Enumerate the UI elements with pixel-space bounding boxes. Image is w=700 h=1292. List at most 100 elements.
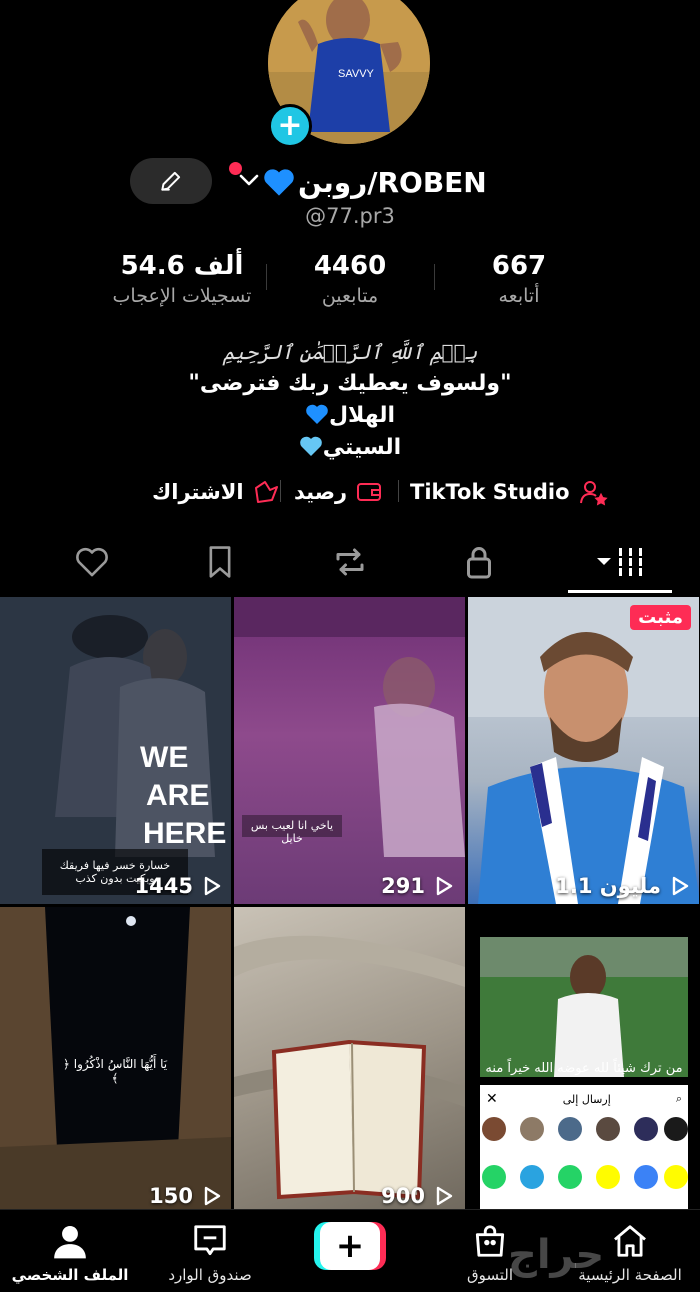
heart-outline-icon	[76, 547, 108, 577]
share-targets	[482, 1117, 688, 1189]
tab-videos[interactable]	[570, 530, 670, 594]
subscription-icon	[254, 481, 278, 503]
play-icon	[204, 876, 221, 896]
home-icon	[614, 1225, 646, 1257]
bookmark-icon	[209, 546, 231, 578]
view-count-text: 150	[149, 1184, 193, 1208]
nav-profile-label: الملف الشخصي	[11, 1266, 129, 1284]
profile-icon	[54, 1225, 86, 1259]
username: @77.pr3	[305, 204, 395, 228]
subscription-label: الاشتراك	[152, 480, 244, 504]
divider	[398, 480, 399, 502]
add-story-button[interactable]: +	[268, 104, 312, 148]
wallet-icon	[357, 483, 382, 501]
watermark: حراج	[508, 1232, 605, 1278]
search-icon[interactable]: ⌕	[676, 1092, 682, 1106]
video-caption: من ترك شيئاً لله عوضه الله خيراً منه	[485, 1061, 683, 1076]
video-tile[interactable]: WE ARE HERE خسارة خسر فيها فريقك وبكيت ب…	[0, 597, 231, 904]
profile-links: الاشتراك رصيد TikTok Studio	[0, 472, 700, 512]
bio-line-2: الهلال	[0, 400, 700, 432]
light-blue-heart-icon	[299, 436, 322, 456]
stat-following[interactable]: 667 أتابعه	[419, 250, 619, 310]
active-tab-indicator	[568, 590, 672, 593]
tab-private[interactable]	[429, 530, 529, 594]
tab-liked[interactable]	[42, 530, 142, 594]
display-name-row[interactable]: روبن/ROBEN	[262, 160, 487, 204]
display-name: روبن/ROBEN	[298, 165, 487, 199]
pencil-icon	[161, 171, 181, 191]
view-count: 291	[381, 874, 455, 898]
video-caption: ﴿ يَا أَيُّهَا النَّاسُ اذْكُرُوا ﴾	[62, 1057, 168, 1085]
bio-line-3: السيتي	[0, 432, 700, 464]
profile-avatar-wrap[interactable]: SAVVY +	[268, 0, 430, 148]
video-thumbnail	[234, 935, 465, 1200]
divider	[266, 264, 267, 290]
view-count-text: 1445	[134, 874, 193, 898]
svg-text:WE: WE	[140, 741, 188, 774]
balance-link[interactable]: رصيد	[294, 472, 383, 512]
creator-star-icon	[579, 481, 608, 506]
view-count: 1445	[135, 874, 223, 898]
subscription-link[interactable]: الاشتراك	[152, 472, 280, 512]
bio-basmala: بِسۡمِ ٱللَّهِ ٱلرَّحۡمَٰنِ ٱلرَّحِيمِ	[222, 340, 478, 364]
video-thumbnail	[234, 597, 465, 857]
svg-text:ARE: ARE	[146, 779, 209, 812]
nav-inbox-label: صندوق الوارد	[168, 1266, 252, 1284]
create-button[interactable]: +	[314, 1222, 386, 1270]
video-tile[interactable]: 900	[234, 907, 465, 1214]
blue-heart-icon	[264, 169, 294, 196]
blue-heart-icon	[306, 404, 328, 424]
play-icon	[436, 876, 453, 896]
video-tile[interactable]: من ترك شيئاً لله عوضه الله خيراً منه ✕ إ…	[468, 907, 700, 1214]
nav-profile[interactable]: الملف الشخصي	[0, 1210, 140, 1292]
view-count-text: 1.1 مليون	[555, 874, 661, 898]
bio-hilal: الهلال	[328, 403, 396, 428]
play-icon	[436, 1186, 453, 1206]
tiktok-studio-label: TikTok Studio	[410, 480, 570, 504]
video-tile[interactable]: ﴿ يَا أَيُّهَا النَّاسُ اذْكُرُوا ﴾ 150	[0, 907, 231, 1214]
divider	[434, 264, 435, 290]
edit-profile-button[interactable]	[130, 158, 212, 204]
play-icon	[204, 1186, 221, 1206]
svg-text:SAVVY: SAVVY	[338, 68, 375, 80]
profile-stats: 54.6 ألف تسجيلات الإعجاب 4460 متابعين 66…	[0, 250, 700, 312]
pinned-badge: مثبت	[630, 605, 691, 630]
view-count-text: 291	[381, 874, 425, 898]
video-thumbnail	[468, 597, 699, 904]
tiktok-studio-link[interactable]: TikTok Studio	[410, 472, 608, 512]
svg-text:HERE: HERE	[143, 817, 226, 850]
play-icon	[672, 876, 689, 896]
chevron-down-icon[interactable]	[238, 172, 260, 188]
video-tile[interactable]: مثبت 1.1 مليون	[468, 597, 699, 904]
share-sheet-header: ✕ إرسال إلى ⌕	[480, 1089, 688, 1109]
balance-label: رصيد	[294, 480, 348, 504]
inbox-icon	[194, 1225, 226, 1256]
bio-city: السيتي	[322, 435, 402, 460]
view-count: 1.1 مليون	[555, 874, 691, 898]
lock-icon	[467, 547, 491, 579]
video-caption: ياخي انا لعيب بس خايل	[250, 819, 334, 845]
view-count: 150	[149, 1184, 223, 1208]
view-count-text: 900	[381, 1184, 425, 1208]
profile-bio: بِسۡمِ ٱللَّهِ ٱلرَّحۡمَٰنِ ٱلرَّحِيمِ "…	[0, 336, 700, 464]
plus-icon: +	[277, 108, 303, 143]
grid-videos-icon	[597, 548, 642, 576]
video-tile[interactable]: ياخي انا لعيب بس خايل 291	[234, 597, 465, 904]
tab-reposts[interactable]	[300, 530, 400, 594]
repost-icon	[336, 548, 364, 576]
nav-shop-label: التسوق	[466, 1266, 514, 1284]
profile-tabs	[0, 530, 700, 594]
close-icon[interactable]: ✕	[486, 1091, 498, 1107]
video-thumbnail: WE ARE HERE	[0, 597, 231, 904]
bio-line-1: "ولسوف يعطيك ربك فترضى"	[188, 371, 512, 396]
nav-inbox[interactable]: صندوق الوارد	[140, 1210, 280, 1292]
following-count: 667	[491, 251, 547, 281]
tab-favorites[interactable]	[170, 530, 270, 594]
shop-icon	[475, 1225, 505, 1257]
plus-icon: +	[320, 1222, 380, 1270]
share-sheet-title: إرسال إلى	[562, 1092, 611, 1106]
view-count: 900	[381, 1184, 455, 1208]
video-grid: WE ARE HERE خسارة خسر فيها فريقك وبكيت ب…	[0, 597, 700, 1214]
following-label: أتابعه	[498, 285, 540, 307]
divider	[280, 480, 281, 502]
